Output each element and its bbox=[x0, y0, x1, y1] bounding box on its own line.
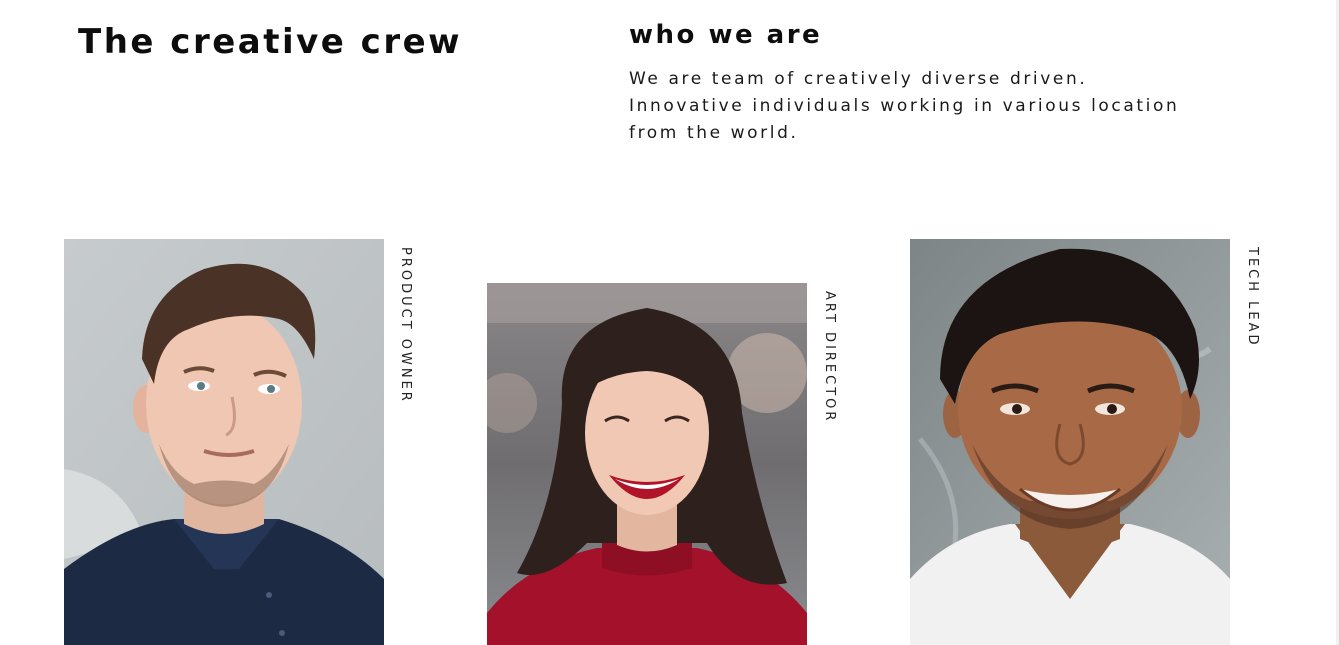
intro-line: Innovative individuals working in variou… bbox=[629, 96, 1180, 116]
team-section: The creative crew who we are We are team… bbox=[0, 0, 1339, 645]
team-member-photo bbox=[487, 283, 807, 645]
portrait-image bbox=[487, 283, 807, 645]
portrait-image bbox=[910, 239, 1230, 645]
intro-line: from the world. bbox=[629, 123, 799, 143]
intro-paragraph: We are team of creatively diverse driven… bbox=[629, 66, 1269, 147]
intro-line: We are team of creatively diverse driven… bbox=[629, 69, 1088, 89]
team-member-photo bbox=[64, 239, 384, 645]
page-title: The creative crew bbox=[78, 22, 463, 62]
team-member-photo bbox=[910, 239, 1230, 645]
role-label: ART DIRECTOR bbox=[822, 291, 837, 424]
portrait-image bbox=[64, 239, 384, 645]
section-title: who we are bbox=[629, 20, 823, 50]
role-label: TECH LEAD bbox=[1245, 247, 1260, 348]
role-label: PRODUCT OWNER bbox=[398, 247, 413, 404]
